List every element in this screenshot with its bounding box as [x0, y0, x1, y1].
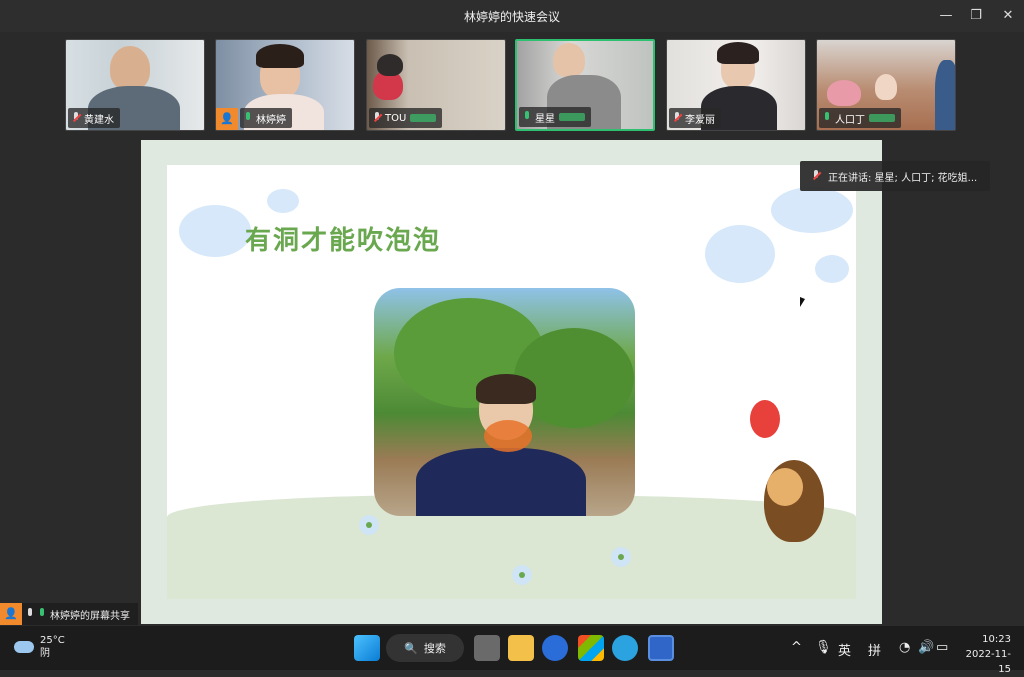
child-body [416, 448, 586, 516]
participant-tile[interactable]: 人口丁 [816, 39, 956, 131]
participant-tile[interactable]: 👤 林婷婷 [215, 39, 355, 131]
participant-nameplate: 李爱丽 [669, 108, 721, 128]
taskbar-search-button[interactable]: 🔍 搜索 [386, 634, 464, 662]
host-badge-icon: 👤 [0, 603, 22, 625]
blurred-label [410, 114, 437, 122]
mic-muted-icon [673, 112, 681, 124]
flower-decoration [359, 515, 379, 535]
participant-strip: 黄建水 👤 林婷婷 TOU 星星 李爱丽 人口丁 [0, 32, 1024, 140]
participant-name: 林婷婷 [256, 114, 286, 126]
title-bar: 林婷婷的快速会议 — ❐ ✕ [0, 0, 1024, 32]
speaking-text: 正在讲话: 星星; 人口丁; 花吃姐... [828, 172, 978, 184]
screen-share-icon [26, 608, 34, 620]
mic-icon [38, 608, 46, 620]
screen-share-label: 林婷婷的屏幕共享 [50, 610, 130, 622]
firefox-browser-icon[interactable] [542, 635, 568, 661]
mic-active-icon [244, 112, 252, 124]
search-icon: 🔍 [404, 641, 418, 655]
file-explorer-icon[interactable] [508, 635, 534, 661]
search-app-icon[interactable] [612, 635, 638, 661]
window-title: 林婷婷的快速会议 [463, 10, 560, 24]
mic-active-icon [523, 111, 531, 123]
ime-language[interactable]: 英 [838, 640, 851, 659]
ime-mode[interactable]: 拼 [868, 640, 881, 659]
host-badge-icon: 👤 [216, 108, 238, 130]
cloud-decoration [771, 187, 853, 233]
hedgehog-face [767, 468, 803, 506]
participant-name: 李爱丽 [685, 114, 715, 126]
screen-share-bar[interactable]: 👤 林婷婷的屏幕共享 [0, 603, 138, 625]
weather-desc: 阴 [40, 648, 50, 659]
minimize-button[interactable]: — [936, 6, 956, 26]
blurred-label [869, 114, 895, 122]
shared-screen-area: 有洞才能吹泡泡 正在讲话: 星星; 人口丁; 花吃姐... [0, 140, 1024, 625]
mic-muted-icon [373, 112, 381, 124]
store-icon[interactable] [578, 635, 604, 661]
cloud-decoration [267, 189, 299, 213]
cloud-decoration [705, 225, 775, 283]
speaking-indicator: 正在讲话: 星星; 人口丁; 花吃姐... [800, 161, 990, 191]
cloud-weather-icon [14, 641, 34, 653]
slide-frame: 有洞才能吹泡泡 [141, 140, 882, 624]
child-hair [476, 374, 536, 404]
mic-muted-icon [72, 112, 80, 124]
clock-date: 2022-11-15 [965, 649, 1011, 675]
start-windows-icon[interactable] [354, 635, 380, 661]
participant-nameplate: 星星 [519, 107, 591, 127]
close-button[interactable]: ✕ [998, 6, 1018, 26]
participant-nameplate: 黄建水 [68, 108, 120, 128]
mic-active-icon [823, 112, 831, 124]
cloud-decoration [815, 255, 849, 283]
search-label: 搜索 [423, 642, 446, 655]
cloud-decoration [179, 205, 251, 257]
meeting-app-icon[interactable] [648, 635, 674, 661]
system-clock[interactable]: 10:23 2022-11-15 [955, 632, 1011, 677]
volume-icon[interactable]: 🔊 [918, 640, 934, 655]
mouse-cursor [800, 297, 805, 307]
task-view-icon[interactable] [474, 635, 500, 661]
wifi-icon[interactable]: ◔ [899, 640, 910, 655]
flower-decoration [611, 547, 631, 567]
clock-time: 10:23 [982, 634, 1011, 645]
tray-mic-icon[interactable]: 🎙 [815, 640, 832, 655]
participant-tile-active[interactable]: 星星 [515, 39, 655, 131]
participant-tile[interactable]: 李爱丽 [666, 39, 806, 131]
flower-decoration [512, 565, 532, 585]
battery-icon[interactable]: ▭ [936, 640, 948, 655]
blurred-label [559, 113, 585, 121]
bubble-wand [484, 420, 532, 452]
weather-widget[interactable]: 25°C 阴 [14, 634, 65, 660]
mic-muted-icon [812, 170, 820, 182]
participant-name: 黄建水 [84, 114, 114, 126]
tray-expand-icon[interactable]: ^ [791, 640, 802, 655]
slide-title: 有洞才能吹泡泡 [245, 226, 442, 256]
participant-name: 人口丁 [835, 114, 865, 126]
red-balloon [750, 400, 780, 438]
weather-temp: 25°C [40, 635, 65, 646]
participant-name: TOU [385, 112, 407, 124]
participant-nameplate: 林婷婷 [240, 108, 292, 128]
slide-photo [374, 288, 635, 516]
participant-tile[interactable]: TOU [366, 39, 506, 131]
participant-name: 星星 [535, 113, 555, 125]
taskbar: 25°C 阴 🔍 搜索 ^ 🎙 英 拼 ◔ 🔊 ▭ 10:23 2022-11-… [0, 626, 1024, 675]
restore-button[interactable]: ❐ [966, 6, 986, 26]
slide: 有洞才能吹泡泡 [167, 165, 856, 599]
participant-nameplate: TOU [369, 108, 443, 128]
participant-tile[interactable]: 黄建水 [65, 39, 205, 131]
participant-nameplate: 人口丁 [819, 108, 901, 128]
